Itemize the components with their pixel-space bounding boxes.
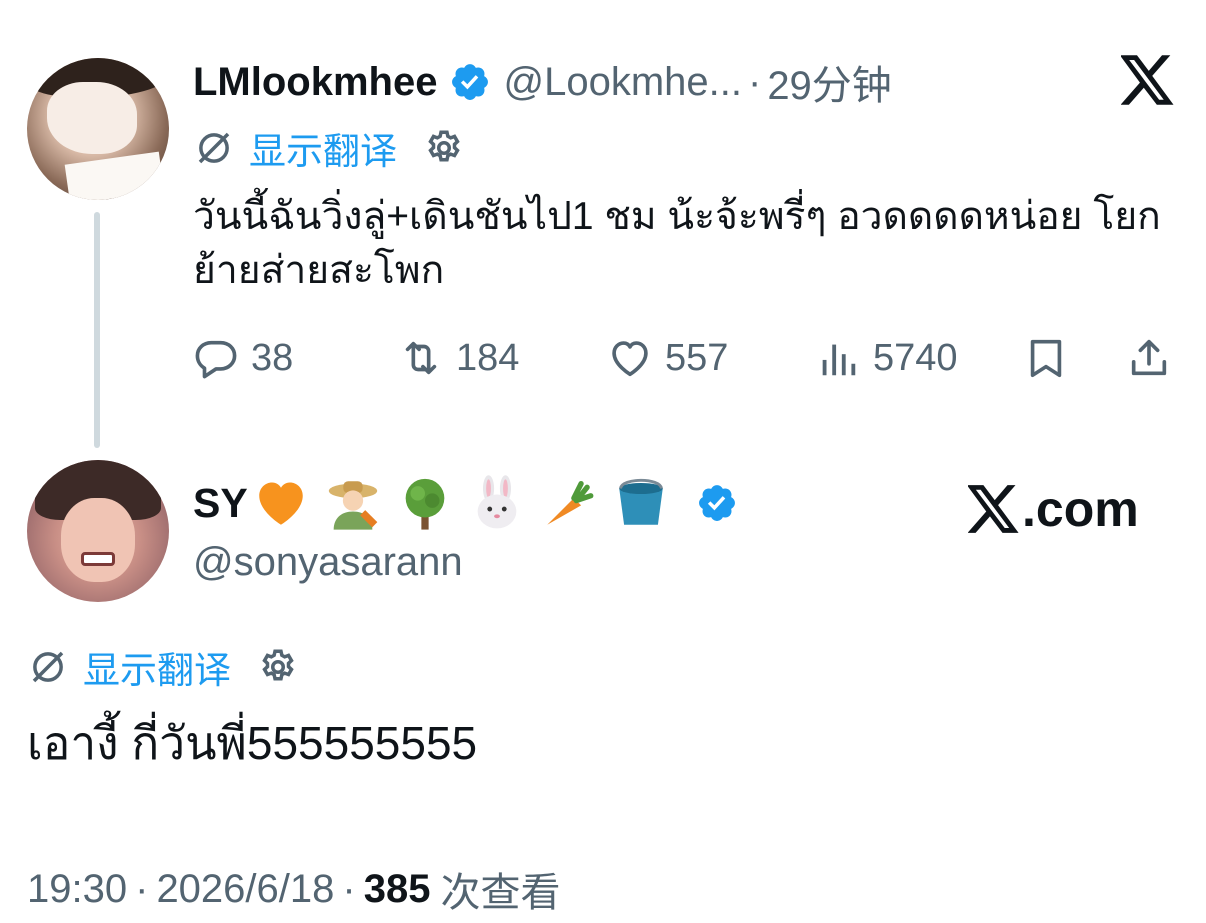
retweet-button[interactable]: 184 bbox=[398, 330, 519, 386]
timestamp[interactable]: 29分钟 bbox=[767, 53, 892, 111]
retweet-icon bbox=[405, 341, 437, 375]
retweet-count: 184 bbox=[456, 336, 520, 379]
translate-label[interactable]: 显示翻译 bbox=[83, 640, 231, 694]
avatar-face bbox=[61, 498, 135, 582]
tweet-header: SY bbox=[193, 474, 738, 532]
x-logo-icon bbox=[968, 485, 1019, 533]
x-com-watermark: .com bbox=[968, 478, 1139, 540]
views-count: 5740 bbox=[873, 336, 958, 379]
share-button[interactable] bbox=[1126, 330, 1172, 386]
translate-label[interactable]: 显示翻译 bbox=[249, 121, 397, 175]
avatar-sheet bbox=[64, 151, 165, 200]
separator-dot: · bbox=[135, 866, 149, 911]
tweet-screenshot: LMlookmhee @Lookmhe... · 29分钟 显示翻译 วันนี… bbox=[0, 0, 1206, 923]
show-translation[interactable]: 显示翻译 bbox=[193, 124, 465, 172]
views-button[interactable]: 5740 bbox=[815, 330, 958, 386]
avatar[interactable] bbox=[27, 58, 169, 200]
tweet-header: LMlookmhee @Lookmhe... · 29分钟 bbox=[193, 53, 892, 111]
thread-line bbox=[94, 212, 100, 448]
views-icon bbox=[822, 344, 856, 376]
handle[interactable]: @Lookmhe... bbox=[503, 60, 742, 105]
orange-heart-emoji bbox=[258, 482, 303, 525]
like-count: 557 bbox=[665, 336, 729, 379]
rabbit-face-emoji bbox=[477, 475, 517, 529]
tweet-date[interactable]: 2026/6/18 bbox=[156, 867, 334, 912]
bookmark-button[interactable] bbox=[1023, 330, 1069, 386]
like-icon bbox=[612, 341, 648, 377]
reply-icon bbox=[195, 340, 237, 379]
avatar-mouth bbox=[81, 552, 115, 566]
display-name[interactable]: LMlookmhee bbox=[193, 60, 437, 105]
avatar-face bbox=[47, 82, 137, 154]
tweet-text: วันนี้ฉันวิ่งลู่+เดินชันไป1 ชม น้ะจ้ะพรี… bbox=[193, 195, 1161, 292]
separator-dot: · bbox=[747, 59, 762, 104]
verified-badge-icon bbox=[698, 485, 735, 521]
carrot-emoji bbox=[546, 481, 594, 525]
x-logo-icon[interactable] bbox=[1121, 55, 1175, 105]
show-translation[interactable]: 显示翻译 bbox=[27, 643, 299, 691]
reply-button[interactable]: 38 bbox=[193, 330, 293, 386]
views-label: 次查看 bbox=[440, 871, 561, 915]
watermark-text: .com bbox=[1022, 481, 1139, 537]
globe-icon bbox=[198, 132, 230, 164]
display-name[interactable]: SY bbox=[193, 480, 248, 527]
share-icon bbox=[1131, 339, 1167, 376]
bucket-emoji bbox=[618, 478, 663, 525]
tweet-text: เอางี้ กี่วันพี่555555555 bbox=[27, 717, 478, 769]
tweet-meta: 19:30 · 2026/6/18 · 385 次查看 bbox=[27, 861, 560, 917]
gear-icon[interactable] bbox=[257, 646, 299, 688]
verified-badge-icon bbox=[452, 64, 489, 100]
action-bar: 38 184 557 5740 bbox=[193, 330, 1178, 386]
avatar[interactable] bbox=[27, 460, 169, 602]
globe-icon bbox=[32, 651, 64, 683]
bookmark-icon bbox=[1030, 339, 1062, 378]
tree-emoji bbox=[405, 478, 445, 530]
separator-dot: · bbox=[342, 866, 356, 911]
tweet-time[interactable]: 19:30 bbox=[27, 867, 127, 912]
gear-icon[interactable] bbox=[423, 127, 465, 169]
reply-count: 38 bbox=[251, 336, 294, 379]
handle[interactable]: @sonyasarann bbox=[193, 540, 463, 585]
like-button[interactable]: 557 bbox=[607, 330, 728, 386]
farmer-emoji bbox=[328, 481, 378, 530]
views-count: 385 bbox=[363, 866, 431, 911]
